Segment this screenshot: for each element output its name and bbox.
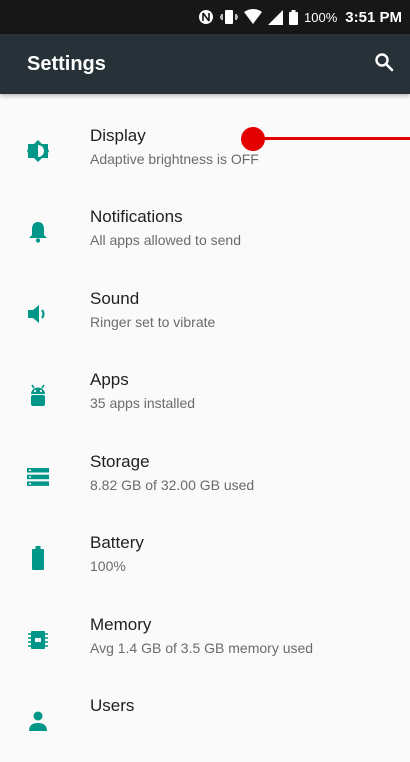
settings-item-title: Storage (90, 452, 150, 471)
memory-icon (24, 626, 52, 654)
settings-item-battery[interactable]: Battery 100% (0, 518, 410, 599)
signal-icon (268, 9, 284, 25)
touch-trail-line (258, 137, 410, 140)
settings-item-storage[interactable]: Storage 8.82 GB of 32.00 GB used (0, 437, 410, 518)
settings-item-title: Display (90, 126, 146, 145)
settings-item-title: Sound (90, 289, 140, 308)
battery-icon (289, 9, 299, 25)
settings-item-title: Battery (90, 533, 144, 552)
settings-item-summary: Ringer set to vibrate (90, 314, 216, 330)
settings-item-summary: 100% (90, 558, 126, 574)
bell-icon (24, 218, 52, 246)
clock: 3:51 PM (345, 8, 402, 26)
battery-icon (24, 544, 52, 572)
settings-item-summary: Adaptive brightness is OFF (90, 151, 259, 167)
settings-item-summary: 35 apps installed (90, 395, 196, 411)
settings-item-title: Memory (90, 615, 152, 634)
nfc-icon (198, 9, 214, 25)
settings-item-title: Users (90, 696, 135, 715)
settings-item-notifications[interactable]: Notifications All apps allowed to send (0, 192, 410, 273)
status-bar: 100% 3:51 PM (0, 0, 410, 34)
settings-item-display[interactable]: Display Adaptive brightness is OFF (0, 111, 410, 192)
battery-percent: 100% (304, 9, 338, 25)
android-icon (24, 381, 52, 409)
page-title: Settings (27, 52, 106, 75)
settings-item-apps[interactable]: Apps 35 apps installed (0, 355, 410, 436)
settings-item-summary: 8.82 GB of 32.00 GB used (90, 477, 255, 493)
settings-item-memory[interactable]: Memory Avg 1.4 GB of 3.5 GB memory used (0, 600, 410, 681)
search-icon (374, 52, 394, 77)
settings-item-title: Apps (90, 370, 129, 389)
settings-item-sound[interactable]: Sound Ringer set to vibrate (0, 274, 410, 355)
settings-item-title: Notifications (90, 207, 183, 226)
vibrate-icon (220, 9, 239, 25)
search-button[interactable] (362, 42, 406, 86)
settings-item-summary: Avg 1.4 GB of 3.5 GB memory used (90, 640, 314, 656)
settings-item-summary: All apps allowed to send (90, 232, 241, 248)
person-icon (24, 707, 52, 735)
touch-indicator-dot (241, 127, 265, 151)
brightness-icon (24, 137, 52, 165)
wifi-icon (244, 9, 263, 25)
storage-icon (24, 463, 52, 491)
app-bar: Settings (0, 34, 410, 94)
volume-icon (24, 300, 52, 328)
settings-item-users[interactable]: Users (0, 681, 410, 762)
